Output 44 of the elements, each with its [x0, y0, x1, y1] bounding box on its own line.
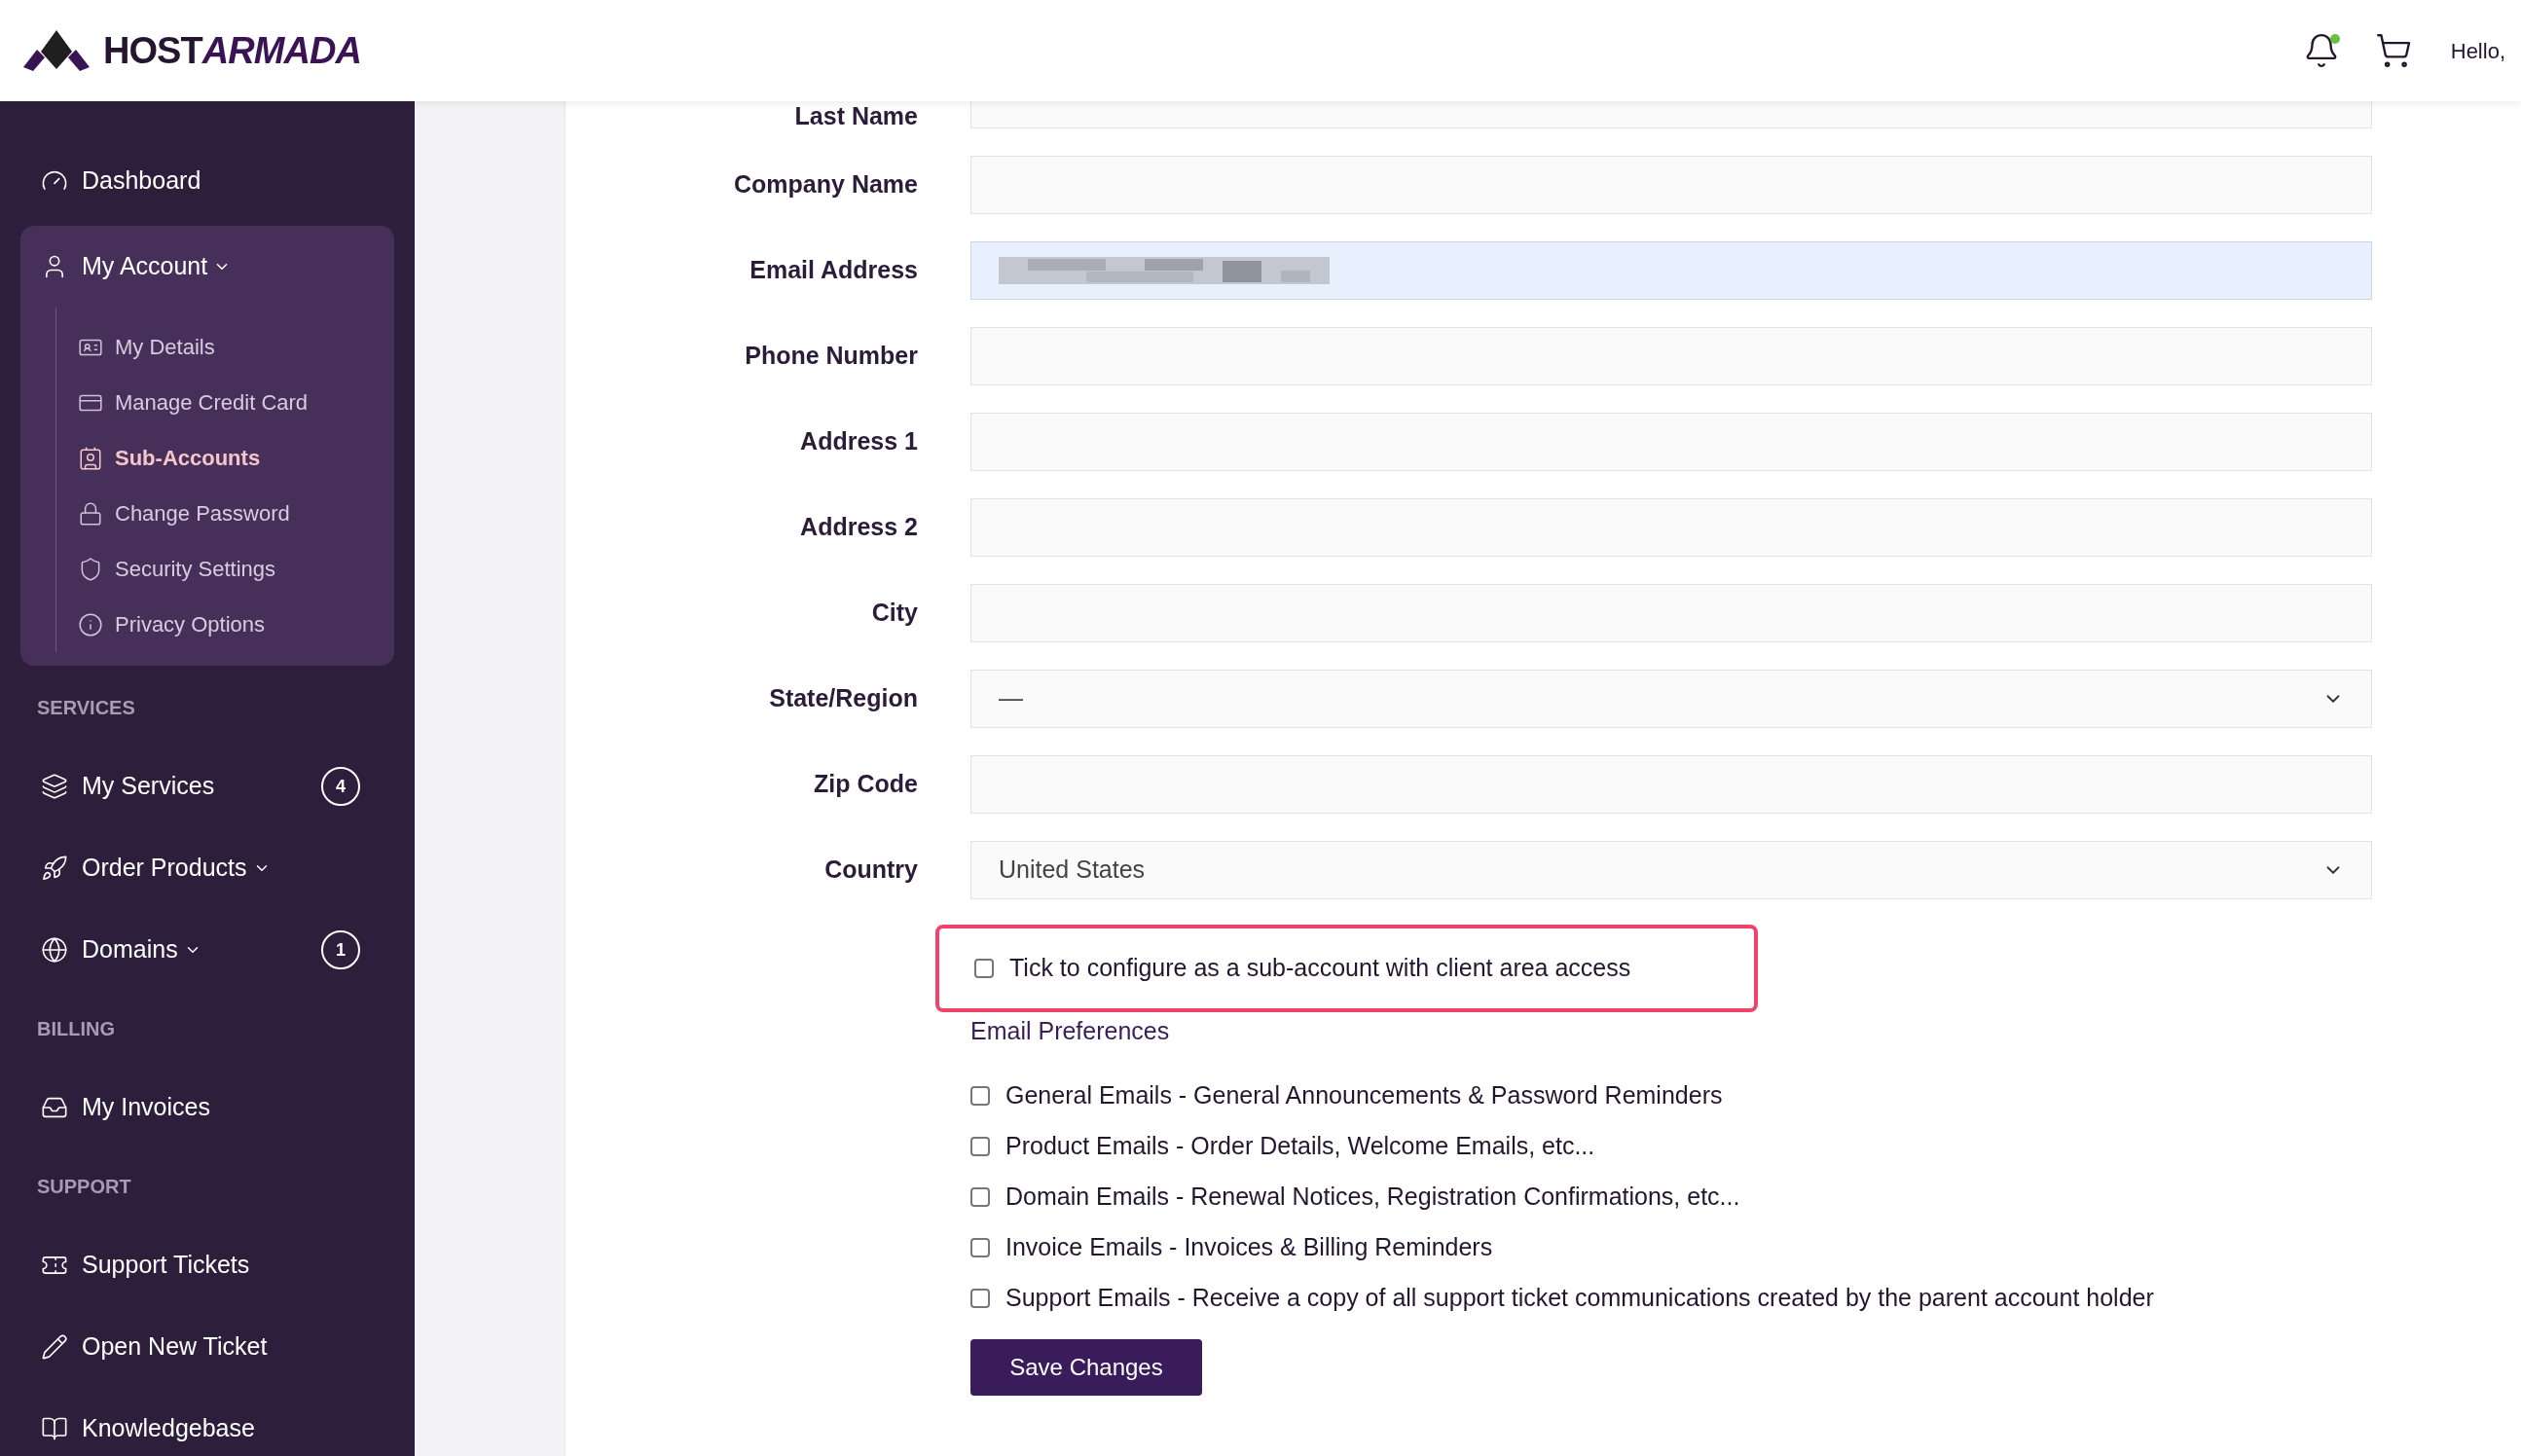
field-label: State/Region [768, 683, 918, 714]
field-label: Address 1 [799, 426, 918, 457]
logo-text: HOSTARMADA [103, 28, 361, 73]
section-heading: BILLING [37, 1017, 115, 1041]
sidebar-item[interactable]: Support Tickets [82, 1247, 250, 1284]
checkbox-label: General Emails - General Announcements & Password Reminders [1005, 1080, 1723, 1111]
sidebar-item[interactable]: Knowledgebase [82, 1410, 255, 1447]
select-field[interactable]: — [970, 670, 2372, 728]
save-button[interactable]: Save Changes [970, 1339, 1202, 1396]
submenu-item[interactable]: Sub-Accounts [115, 442, 261, 474]
field-label: Phone Number [744, 341, 918, 372]
sidebar-item[interactable]: My Services [82, 768, 215, 805]
sidebar-item[interactable]: Open New Ticket [82, 1329, 268, 1365]
field-label: Last Name [793, 101, 918, 131]
section-heading: Email Preferences [970, 1016, 1170, 1047]
sidebar-item[interactable]: My Invoices [82, 1089, 210, 1126]
greeting-text: Hello, [2450, 37, 2505, 65]
section-heading: SERVICES [37, 696, 135, 720]
field-label: Company Name [733, 169, 918, 200]
field-label: Address 2 [799, 512, 918, 543]
select-value: United States [999, 855, 1146, 886]
select-value: — [999, 683, 1023, 714]
section-heading: SUPPORT [37, 1175, 131, 1199]
checkbox-label: Domain Emails - Renewal Notices, Registration Confirmations, etc... [1005, 1182, 1740, 1213]
field-label: Zip Code [813, 769, 918, 800]
count-badge: 1 [321, 930, 360, 969]
sidebar-item[interactable]: Domains [82, 931, 178, 968]
submenu-item[interactable]: Change Password [115, 497, 290, 529]
checkbox-label: Product Emails - Order Details, Welcome Emails, etc... [1005, 1131, 1595, 1162]
checkbox-label: Invoice Emails - Invoices & Billing Reminders [1005, 1232, 1493, 1263]
field-label: City [870, 598, 918, 629]
sidebar-item[interactable]: My Account [82, 248, 208, 285]
submenu-item[interactable]: Security Settings [115, 553, 276, 585]
sidebar-item[interactable]: Order Products [82, 850, 247, 887]
submenu-item[interactable]: My Details [115, 331, 215, 363]
count-badge: 4 [321, 767, 360, 806]
field-label: Email Address [749, 255, 918, 286]
sidebar-item[interactable]: Dashboard [82, 163, 201, 200]
checkbox-label: Tick to configure as a sub-account with client area access [1009, 953, 1631, 984]
field-label: Country [823, 855, 918, 886]
submenu-item[interactable]: Manage Credit Card [115, 386, 309, 419]
checkbox-label: Support Emails - Receive a copy of all support ticket communications created by the parent account holder [1005, 1283, 2154, 1314]
select-field[interactable]: United States [970, 841, 2372, 899]
submenu-item[interactable]: Privacy Options [115, 608, 266, 640]
